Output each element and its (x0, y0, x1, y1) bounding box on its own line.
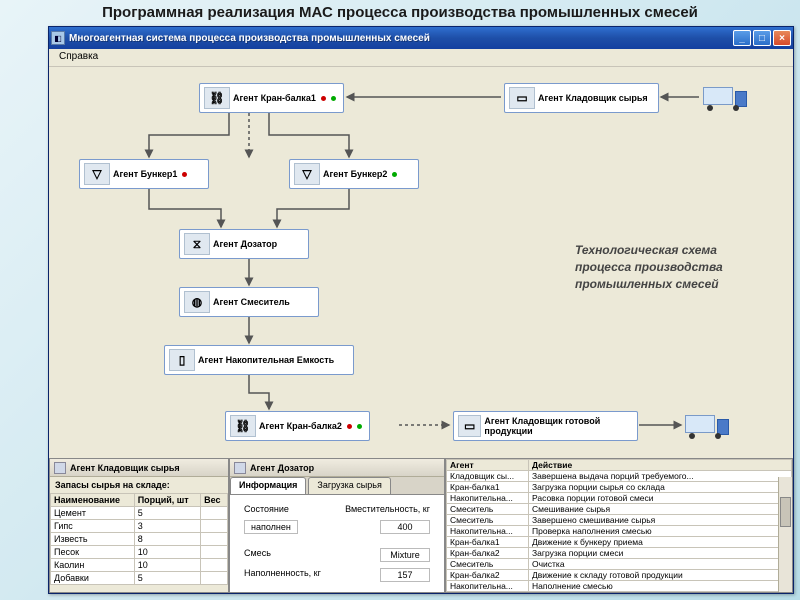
agent-mixer[interactable]: ◍Агент Смеситель (179, 287, 319, 317)
panel-log: АгентДействие Кладовщик сы...Завершена в… (445, 458, 793, 593)
agent-label: Агент Бункер1 (113, 169, 177, 179)
table-row: Песок10 (51, 546, 228, 559)
panel-dozator: Агент Дозатор Информация Загрузка сырья … (229, 458, 445, 593)
diagram-canvas: ⛓Агент Кран-балка1 ▭Агент Кладовщик сырь… (49, 67, 793, 457)
agent-dozator[interactable]: ⧖Агент Дозатор (179, 229, 309, 259)
mix-label: Смесь (244, 548, 271, 562)
mixer-icon: ◍ (184, 291, 210, 313)
menu-help[interactable]: Справка (55, 51, 102, 62)
agent-label: Агент Кран-балка2 (259, 421, 342, 431)
agent-label: Агент Кладовщик готовой продукции (484, 416, 633, 436)
agent-bunker1[interactable]: ▽Агент Бункер1 (79, 159, 209, 189)
table-row: Цемент5 (51, 507, 228, 520)
table-row: Накопительна...Наполнение смесью (447, 581, 792, 592)
state-value: наполнен (244, 520, 298, 534)
capacity-label: Вместительность, кг (345, 504, 430, 514)
truck-out-icon (685, 413, 729, 439)
app-window: ◧ Многоагентная система процесса произво… (48, 26, 794, 594)
info-body: Состояние Вместительность, кг наполнен 400… (230, 495, 444, 592)
col-weight[interactable]: Вес (201, 494, 228, 507)
table-row: Кран-балка2Движение к складу готовой про… (447, 570, 792, 581)
agent-crane1[interactable]: ⛓Агент Кран-балка1 (199, 83, 344, 113)
minimize-button[interactable]: _ (733, 30, 751, 46)
log-table: АгентДействие Кладовщик сы...Завершена в… (446, 459, 792, 592)
dozator-icon: ⧖ (184, 233, 210, 255)
bunker-icon: ▽ (84, 163, 110, 185)
agent-label: Агент Кладовщик сырья (538, 93, 648, 103)
agent-label: Агент Дозатор (213, 239, 277, 249)
table-row: Гипс3 (51, 520, 228, 533)
panel-storekeeper: Агент Кладовщик сырья Запасы сырья на ск… (49, 458, 229, 593)
state-label: Состояние (244, 504, 289, 514)
table-row: Кран-балка2Загрузка порции смеси (447, 548, 792, 559)
table-row: СмесительОчистка (447, 559, 792, 570)
table-row: Накопительна...Расовка порции готовой см… (447, 493, 792, 504)
slide-title: Программная реализация МАС процесса прои… (0, 0, 800, 25)
scrollbar-vertical[interactable] (778, 477, 792, 592)
stock-table: НаименованиеПорций, штВес Цемент5 Гипс3 … (50, 493, 228, 585)
panel-title-text: Агент Дозатор (250, 463, 314, 473)
col-action[interactable]: Действие (529, 460, 792, 471)
tank-icon: ▯ (169, 349, 195, 371)
table-row: Кладовщик сы...Завершена выдача порций т… (447, 471, 792, 482)
panel-icon (234, 462, 246, 474)
tab-load[interactable]: Загрузка сырья (308, 477, 390, 494)
table-row: Известь8 (51, 533, 228, 546)
capacity-value: 400 (380, 520, 430, 534)
col-name[interactable]: Наименование (51, 494, 135, 507)
warehouse-icon: ▭ (458, 415, 481, 437)
table-row: Кран-балка1Загрузка порции сырья со скла… (447, 482, 792, 493)
maximize-button[interactable]: □ (753, 30, 771, 46)
panel-title[interactable]: Агент Кладовщик сырья (50, 459, 228, 477)
close-button[interactable]: × (773, 30, 791, 46)
table-row: Накопительна...Проверка наполнения смесь… (447, 526, 792, 537)
agent-label: Агент Кран-балка1 (233, 93, 316, 103)
crane-icon: ⛓ (204, 87, 230, 109)
warehouse-icon: ▭ (509, 87, 535, 109)
window-title: Многоагентная система процесса производс… (69, 33, 733, 44)
panel-title[interactable]: Агент Дозатор (230, 459, 444, 477)
agent-storage-tank[interactable]: ▯Агент Накопительная Емкость (164, 345, 354, 375)
panel-title-text: Агент Кладовщик сырья (70, 463, 180, 473)
menubar: Справка (49, 49, 793, 67)
panel-icon (54, 462, 66, 474)
scroll-thumb[interactable] (780, 497, 791, 527)
crane-icon: ⛓ (230, 415, 256, 437)
col-agent[interactable]: Агент (447, 460, 529, 471)
titlebar[interactable]: ◧ Многоагентная система процесса произво… (49, 27, 793, 49)
agent-label: Агент Накопительная Емкость (198, 355, 334, 365)
agent-storekeeper-out[interactable]: ▭Агент Кладовщик готовой продукции (453, 411, 638, 441)
bottom-panels: Агент Кладовщик сырья Запасы сырья на ск… (49, 458, 793, 593)
scheme-caption: Технологическая схема процесса производс… (575, 242, 765, 292)
app-icon: ◧ (51, 31, 65, 45)
table-row: Каолин10 (51, 559, 228, 572)
agent-label: Агент Смеситель (213, 297, 290, 307)
table-row: СмесительЗавершено смешивание сырья (447, 515, 792, 526)
mix-value: Mixture (380, 548, 430, 562)
fill-value: 157 (380, 568, 430, 582)
agent-bunker2[interactable]: ▽Агент Бункер2 (289, 159, 419, 189)
truck-in-icon (703, 85, 747, 111)
fill-label: Наполненность, кг (244, 568, 321, 582)
table-row: СмесительСмешивание сырья (447, 504, 792, 515)
table-row: Кран-балка1Движение к бункеру приема (447, 537, 792, 548)
agent-crane2[interactable]: ⛓Агент Кран-балка2 (225, 411, 370, 441)
agent-storekeeper-raw[interactable]: ▭Агент Кладовщик сырья (504, 83, 659, 113)
tab-info[interactable]: Информация (230, 477, 306, 494)
tabs: Информация Загрузка сырья (230, 477, 444, 495)
bunker-icon: ▽ (294, 163, 320, 185)
agent-label: Агент Бункер2 (323, 169, 387, 179)
panel-subtitle: Запасы сырья на складе: (50, 477, 228, 493)
col-portions[interactable]: Порций, шт (134, 494, 200, 507)
table-row: Добавки5 (51, 572, 228, 585)
